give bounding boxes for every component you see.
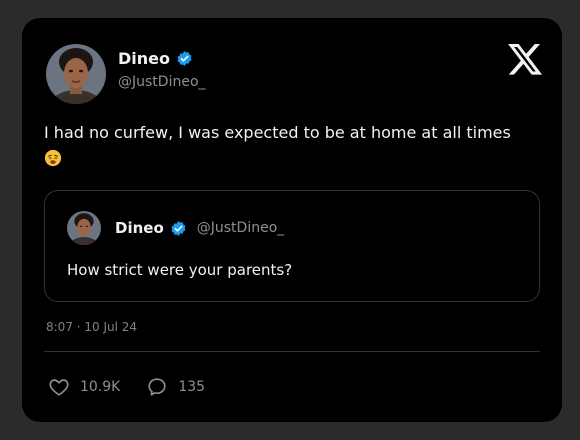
x-logo-icon[interactable] — [506, 40, 544, 78]
quoted-author[interactable]: Dineo @JustDineo_ — [115, 219, 284, 237]
quoted-author-avatar[interactable] — [67, 211, 101, 245]
author-avatar[interactable] — [46, 44, 106, 104]
author-handle[interactable]: @JustDineo_ — [118, 74, 206, 90]
author-name[interactable]: Dineo — [118, 49, 193, 68]
verified-badge-icon — [171, 220, 186, 236]
like-button[interactable]: 10.9K — [48, 376, 120, 398]
divider — [44, 351, 540, 352]
verified-badge-icon — [177, 51, 192, 66]
reply-button[interactable]: 135 — [146, 376, 205, 398]
quoted-tweet[interactable]: Dineo @JustDineo_ How strict were your p… — [44, 190, 540, 302]
tweet-timestamp[interactable]: 8:07 · 10 Jul 24 — [46, 320, 137, 334]
quoted-author-name: Dineo — [115, 219, 164, 237]
like-count: 10.9K — [80, 379, 121, 395]
tweet-actions: 10.9K 135 — [48, 376, 231, 398]
reply-count: 135 — [178, 379, 206, 395]
tweet-text: I had no curfew, I was expected to be at… — [44, 120, 544, 172]
heart-icon — [49, 379, 69, 396]
tweet-card[interactable]: Dineo @JustDineo_ I had no curfew, I was… — [22, 18, 562, 422]
quoted-author-handle: @JustDineo_ — [196, 220, 285, 236]
quoted-tweet-text: How strict were your parents? — [67, 261, 293, 279]
reply-icon — [148, 378, 166, 396]
weary-face-emoji-icon — [44, 149, 62, 167]
